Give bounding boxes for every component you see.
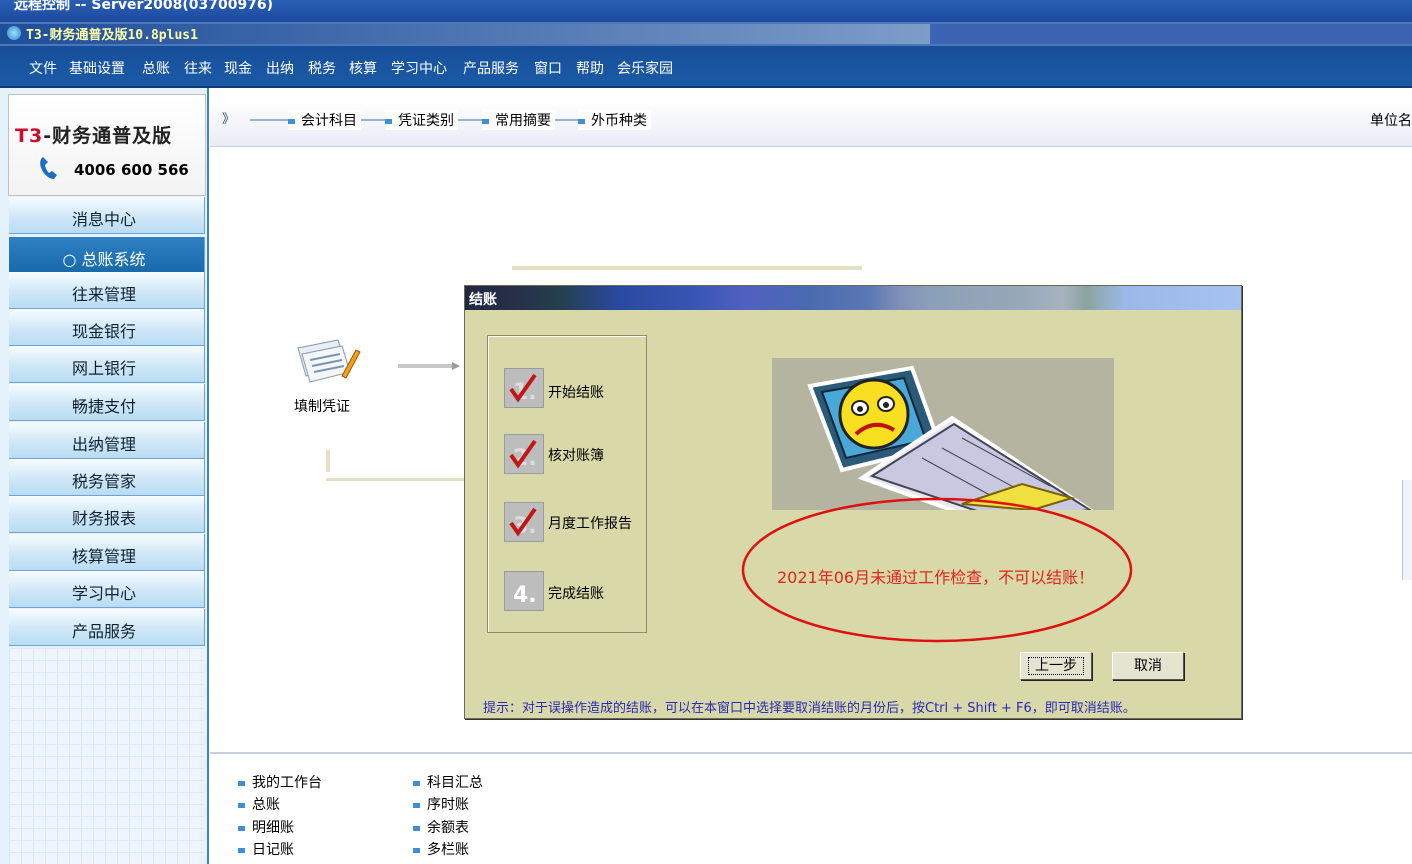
voucher-entry-label[interactable]: 填制凭证 — [294, 396, 350, 416]
nav-label: ○ 总账系统 — [62, 250, 146, 269]
nav-cashier-management[interactable]: 出纳管理 — [9, 422, 205, 459]
nav-label: 税务管家 — [71, 472, 136, 491]
link-balance-sheet[interactable]: 余额表 — [413, 817, 469, 837]
previous-step-button[interactable]: 上一步 — [1020, 652, 1092, 680]
menu-help[interactable]: 帮助 — [576, 58, 604, 78]
toolbar-voucher-types[interactable]: 凭证类别 — [385, 110, 458, 130]
phone-icon — [40, 157, 57, 179]
menu-huile-home[interactable]: 会乐家园 — [617, 58, 673, 78]
flow-line — [326, 450, 330, 472]
sad-computer-icon — [807, 365, 1108, 531]
nav-cash-bank[interactable]: 现金银行 — [9, 309, 205, 346]
nav-label: 出纳管理 — [71, 435, 136, 454]
menu-window[interactable]: 窗口 — [534, 58, 562, 78]
function-toolbar: 》 会计科目 凭证类别 常用摘要 外币种类 单位名 — [210, 100, 1412, 147]
step-number: 4. — [513, 583, 537, 608]
voucher-entry-icon[interactable] — [292, 336, 362, 388]
closing-dialog: 结账 1. 开始结账 2. 核对账簿 3. 月度工作报告 4. 完成结账 202… — [464, 285, 1242, 719]
step-check-icon: 2. — [504, 434, 544, 474]
nav-general-ledger-system[interactable]: ○ 总账系统 — [9, 237, 205, 274]
link-my-workbench[interactable]: 我的工作台 — [238, 772, 322, 792]
app-logo-icon — [7, 26, 21, 40]
menu-basic-settings[interactable]: 基础设置 — [69, 58, 125, 78]
brand-phone: 4006 600 566 — [74, 161, 189, 179]
nav-online-bank[interactable]: 网上银行 — [9, 346, 205, 383]
menu-tax[interactable]: 税务 — [308, 58, 336, 78]
cancel-button[interactable]: 取消 — [1112, 652, 1184, 680]
left-panel-pattern — [9, 648, 204, 864]
nav-learning-center[interactable]: 学习中心 — [9, 571, 205, 608]
menubar: 文件 基础设置 总账 往来 现金 出纳 税务 核算 学习中心 产品服务 窗口 帮… — [0, 46, 1412, 88]
expand-arrow-icon[interactable]: 》 — [222, 108, 235, 127]
bottom-separator — [210, 752, 1412, 754]
menu-receivables[interactable]: 往来 — [184, 58, 212, 78]
nav-label: 畅捷支付 — [71, 397, 136, 416]
nav-receivables[interactable]: 往来管理 — [9, 272, 205, 309]
nav-label: 产品服务 — [71, 622, 136, 641]
nav-accounting-management[interactable]: 核算管理 — [9, 534, 205, 571]
step-finish-closing: 完成结账 — [548, 586, 604, 602]
nav-label: 网上银行 — [71, 359, 136, 378]
previous-step-label: 上一步 — [1028, 657, 1084, 675]
nav-quick-pay[interactable]: 畅捷支付 — [9, 384, 205, 421]
step-check-books: 核对账簿 — [548, 448, 604, 464]
menu-cash[interactable]: 现金 — [224, 58, 252, 78]
step-check-icon: 3. — [504, 502, 544, 542]
brand-title-rest: -财务通普及版 — [43, 125, 173, 147]
link-general-ledger[interactable]: 总账 — [238, 794, 280, 814]
flow-arrow-icon — [398, 362, 460, 370]
step-number-icon: 4. — [504, 571, 544, 611]
step-start-closing: 开始结账 — [548, 385, 604, 401]
nav-label: 学习中心 — [71, 584, 136, 603]
app-titlebar: T3-财务通普及版10.8plus1 — [0, 22, 1412, 46]
nav-tax-manager[interactable]: 税务管家 — [9, 459, 205, 496]
link-detail-ledger[interactable]: 明细账 — [238, 817, 294, 837]
nav-label: 财务报表 — [71, 509, 136, 528]
nav-label: 现金银行 — [71, 322, 136, 341]
menu-learning-center[interactable]: 学习中心 — [391, 58, 447, 78]
menu-product-service[interactable]: 产品服务 — [463, 58, 519, 78]
nav-financial-reports[interactable]: 财务报表 — [9, 496, 205, 533]
flow-line — [326, 478, 466, 481]
right-edge-panel — [1402, 480, 1412, 580]
steps-panel: 1. 开始结账 2. 核对账簿 3. 月度工作报告 4. 完成结账 — [487, 335, 647, 633]
link-multi-column-ledger[interactable]: 多栏账 — [413, 839, 469, 859]
nav-label: 核算管理 — [71, 547, 136, 566]
warning-picture — [772, 358, 1114, 531]
toolbar-foreign-currency[interactable]: 外币种类 — [578, 110, 651, 130]
link-chronological-ledger[interactable]: 序时账 — [413, 794, 469, 814]
toolbar-common-summary[interactable]: 常用摘要 — [482, 110, 555, 130]
remote-title: 远程控制 -- Server2008(03700976) — [14, 0, 274, 13]
brand-title: T3-财务通普及版 — [15, 121, 172, 148]
brand-box: T3-财务通普及版 4006 600 566 — [8, 94, 206, 196]
menu-file[interactable]: 文件 — [29, 58, 57, 78]
error-message: 2021年06月未通过工作检查，不可以结账！ — [777, 568, 1095, 587]
step-check-icon: 1. — [504, 368, 544, 408]
nav-label: 往来管理 — [71, 285, 136, 304]
link-journal[interactable]: 日记账 — [238, 839, 294, 859]
menu-cashier[interactable]: 出纳 — [266, 58, 294, 78]
menu-accounting[interactable]: 核算 — [349, 58, 377, 78]
nav-label: 消息中心 — [71, 210, 136, 229]
nav-product-service[interactable]: 产品服务 — [9, 609, 205, 646]
dialog-titlebar[interactable]: 结账 — [465, 286, 1241, 310]
app-title: T3-财务通普及版10.8plus1 — [26, 28, 198, 43]
toolbar-accounts[interactable]: 会计科目 — [288, 110, 361, 130]
menu-general-ledger[interactable]: 总账 — [142, 58, 170, 78]
flow-line — [512, 266, 862, 270]
remote-titlebar: 远程控制 -- Server2008(03700976) — [0, 0, 1412, 22]
nav-message-center[interactable]: 消息中心 — [9, 197, 205, 234]
dialog-hint: 提示：对于误操作造成的结账，可以在本窗口中选择要取消结账的月份后，按Ctrl +… — [483, 701, 1136, 716]
unit-name-label: 单位名 — [1370, 113, 1412, 129]
step-monthly-report: 月度工作报告 — [548, 516, 632, 532]
dialog-title: 结账 — [469, 292, 497, 308]
brand-title-prefix: T3 — [15, 125, 44, 147]
app-titlebar-filler — [930, 24, 1412, 44]
link-account-summary[interactable]: 科目汇总 — [413, 772, 483, 792]
